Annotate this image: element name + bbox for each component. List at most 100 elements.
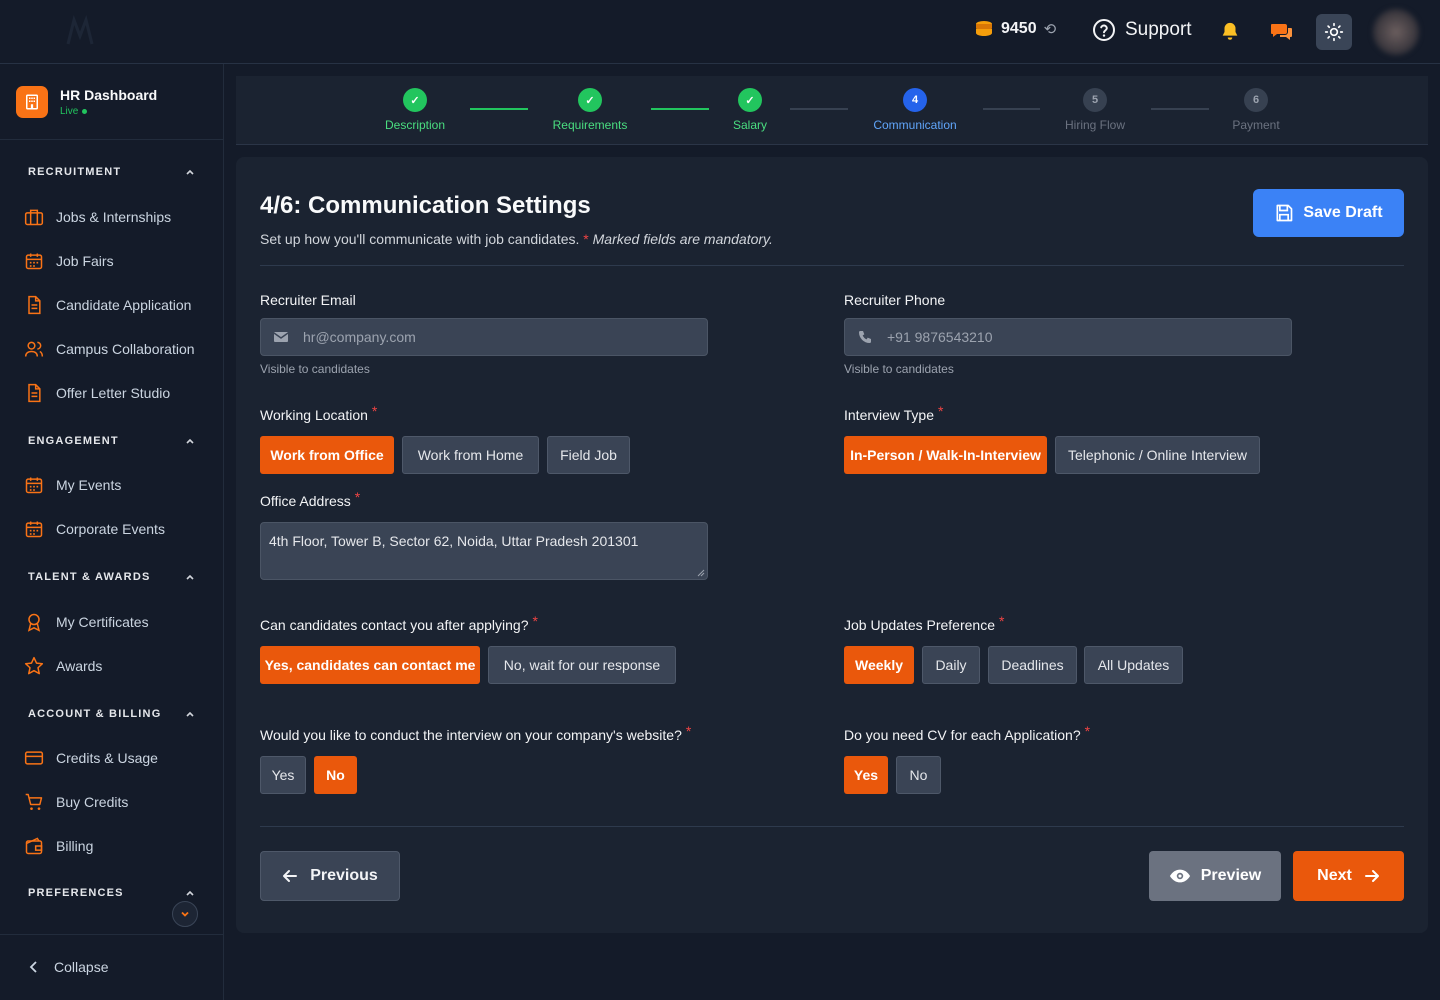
sidebar-item-my-certificates[interactable]: My Certificates — [24, 612, 149, 632]
option-cv-yes[interactable]: Yes — [844, 756, 888, 794]
option-cv-no[interactable]: No — [896, 756, 941, 794]
option-candidates-can-contact[interactable]: Yes, candidates can contact me — [260, 646, 480, 684]
option-work-from-home[interactable]: Work from Home — [402, 436, 539, 474]
chevron-up-icon — [186, 890, 194, 896]
section-preferences[interactable]: PREFERENCES — [28, 887, 196, 899]
page-title: 4/6: Communication Settings — [260, 192, 591, 219]
help-circle-icon — [1093, 19, 1115, 41]
step-payment[interactable]: 6 Payment — [1196, 88, 1316, 132]
bell-icon[interactable] — [1219, 21, 1241, 43]
check-icon: ✓ — [403, 88, 427, 112]
sidebar: HR Dashboard Live RECRUITMENT Jobs & Int… — [0, 64, 224, 1000]
calendar-icon — [25, 521, 43, 538]
job-updates-label: Job Updates Preference * — [844, 613, 1005, 633]
top-bar: 9450 ⟲ Support — [0, 0, 1440, 64]
divider — [0, 934, 224, 935]
required-mark: * — [1084, 723, 1091, 739]
brand[interactable]: HR Dashboard Live — [16, 86, 157, 118]
sidebar-item-candidate-application[interactable]: Candidate Application — [24, 295, 191, 315]
option-website-interview-yes[interactable]: Yes — [260, 756, 306, 794]
credits-counter[interactable]: 9450 ⟲ — [974, 20, 1056, 38]
divider — [260, 826, 1404, 827]
save-icon — [1276, 204, 1293, 222]
option-in-person-interview[interactable]: In-Person / Walk-In-Interview — [844, 436, 1047, 474]
chat-icon[interactable] — [1270, 21, 1294, 43]
option-work-from-office[interactable]: Work from Office — [260, 436, 394, 474]
resize-handle-icon[interactable] — [697, 569, 705, 577]
chevron-left-icon — [29, 961, 37, 973]
collapse-button[interactable]: Collapse — [28, 959, 108, 975]
progress-stepper: ✓ Description ✓ Requirements ✓ Salary 4 … — [236, 76, 1428, 145]
sidebar-item-awards[interactable]: Awards — [24, 656, 102, 676]
website-interview-label: Would you like to conduct the interview … — [260, 723, 692, 743]
option-daily[interactable]: Daily — [922, 646, 980, 684]
step-description[interactable]: ✓ Description — [355, 88, 475, 132]
office-address-label: Office Address * — [260, 489, 361, 509]
step-number: 5 — [1083, 88, 1107, 112]
office-address-textarea[interactable]: 4th Floor, Tower B, Sector 62, Noida, Ut… — [260, 522, 708, 580]
chevron-up-icon — [186, 438, 194, 444]
sidebar-item-my-events[interactable]: My Events — [24, 475, 121, 495]
option-wait-for-response[interactable]: No, wait for our response — [488, 646, 676, 684]
option-field-job[interactable]: Field Job — [547, 436, 630, 474]
step-requirements[interactable]: ✓ Requirements — [530, 88, 650, 132]
option-all-updates[interactable]: All Updates — [1084, 646, 1183, 684]
section-engagement[interactable]: ENGAGEMENT — [28, 435, 196, 447]
interview-type-label: Interview Type * — [844, 403, 944, 423]
chevron-up-icon — [186, 169, 194, 175]
step-salary[interactable]: ✓ Salary — [690, 88, 810, 132]
eye-icon — [1169, 869, 1190, 883]
section-recruitment[interactable]: RECRUITMENT — [28, 166, 196, 178]
calendar-icon — [25, 253, 43, 270]
save-draft-button[interactable]: Save Draft — [1253, 189, 1404, 237]
preview-button[interactable]: Preview — [1149, 851, 1281, 901]
arrow-left-icon — [283, 870, 298, 882]
live-dot-icon — [82, 109, 88, 114]
required-mark: * — [371, 403, 378, 419]
step-hiring-flow[interactable]: 5 Hiring Flow — [1035, 88, 1155, 132]
building-icon — [16, 86, 48, 118]
chevron-down-icon — [181, 911, 189, 917]
theme-toggle-button[interactable] — [1316, 14, 1352, 50]
working-location-label: Working Location * — [260, 403, 378, 423]
logo-icon — [66, 14, 94, 45]
sidebar-item-job-fairs[interactable]: Job Fairs — [24, 251, 114, 271]
section-talent-awards[interactable]: TALENT & AWARDS — [28, 571, 196, 583]
calendar-icon — [25, 477, 43, 494]
option-deadlines[interactable]: Deadlines — [988, 646, 1077, 684]
refresh-icon[interactable]: ⟲ — [1044, 20, 1057, 38]
sidebar-item-credits-usage[interactable]: Credits & Usage — [24, 748, 158, 768]
previous-button[interactable]: Previous — [260, 851, 400, 901]
phone-icon — [859, 331, 871, 343]
document-icon — [28, 295, 41, 315]
sidebar-item-corporate-events[interactable]: Corporate Events — [24, 519, 165, 539]
support-label: Support — [1125, 19, 1192, 40]
ribbon-icon — [27, 613, 41, 632]
sidebar-item-jobs[interactable]: Jobs & Internships — [24, 207, 171, 227]
required-mark: * — [354, 489, 361, 505]
mail-icon — [273, 332, 289, 342]
section-account-billing[interactable]: ACCOUNT & BILLING — [28, 708, 196, 720]
chevron-up-icon — [186, 574, 194, 580]
recruiter-email-field[interactable]: hr@company.com — [260, 318, 708, 356]
sidebar-item-buy-credits[interactable]: Buy Credits — [24, 792, 128, 812]
sidebar-item-campus-collaboration[interactable]: Campus Collaboration — [24, 339, 195, 359]
document-icon — [28, 383, 41, 403]
option-website-interview-no[interactable]: No — [314, 756, 357, 794]
next-button[interactable]: Next — [1293, 851, 1404, 901]
avatar[interactable] — [1372, 8, 1420, 56]
option-online-interview[interactable]: Telephonic / Online Interview — [1055, 436, 1260, 474]
divider — [260, 265, 1404, 266]
step-connector — [470, 108, 528, 110]
star-icon — [24, 656, 44, 675]
candidate-contact-label: Can candidates contact you after applyin… — [260, 613, 538, 633]
support-link[interactable]: Support — [1092, 18, 1192, 42]
scroll-down-button[interactable] — [172, 901, 198, 927]
option-weekly[interactable]: Weekly — [844, 646, 914, 684]
sidebar-item-billing[interactable]: Billing — [24, 836, 93, 856]
brand-title: HR Dashboard — [60, 87, 158, 103]
step-communication[interactable]: 4 Communication — [855, 88, 975, 132]
users-icon — [24, 341, 44, 357]
recruiter-phone-field[interactable]: +91 9876543210 — [844, 318, 1292, 356]
sidebar-item-offer-letter-studio[interactable]: Offer Letter Studio — [24, 383, 170, 403]
